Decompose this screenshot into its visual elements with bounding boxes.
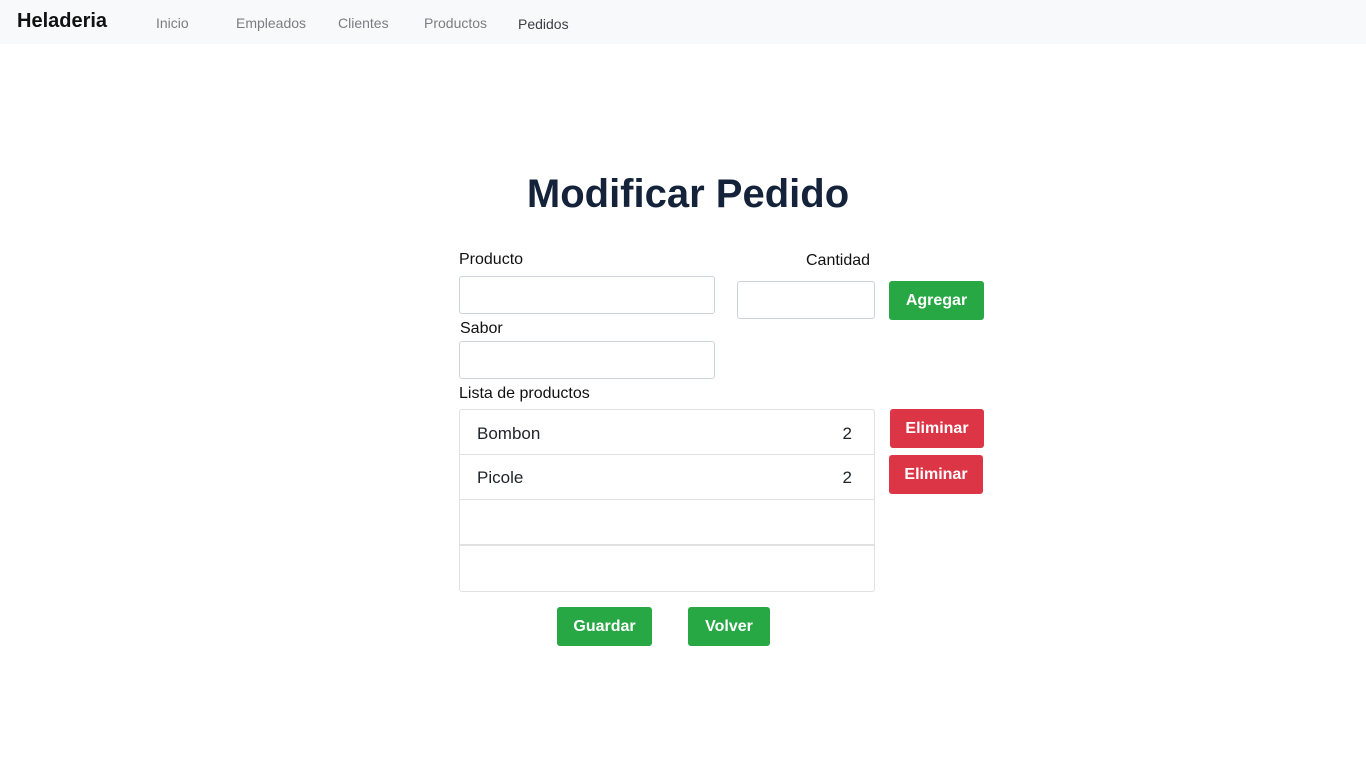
list-item: Bombon 2 bbox=[460, 410, 874, 455]
producto-label: Producto bbox=[459, 251, 524, 268]
guardar-button[interactable]: Guardar bbox=[557, 607, 652, 646]
list-item-empty bbox=[460, 547, 874, 592]
lista-productos-label: Lista de productos bbox=[459, 385, 590, 402]
volver-button[interactable]: Volver bbox=[688, 607, 770, 646]
nav-link-empleados[interactable]: Empleados bbox=[236, 15, 306, 31]
nav-link-pedidos[interactable]: Pedidos bbox=[518, 16, 569, 32]
product-list: Bombon 2 Picole 2 bbox=[459, 409, 875, 592]
nav-link-clientes[interactable]: Clientes bbox=[338, 15, 389, 31]
brand-logo[interactable]: Heladeria bbox=[17, 10, 107, 33]
sabor-input[interactable] bbox=[459, 341, 715, 379]
producto-input[interactable] bbox=[459, 276, 715, 314]
list-item-name: Picole bbox=[477, 468, 524, 487]
eliminar-bombon-button[interactable]: Eliminar bbox=[890, 409, 984, 448]
navbar: Heladeria Inicio Empleados Clientes Prod… bbox=[0, 0, 1366, 44]
agregar-button[interactable]: Agregar bbox=[889, 281, 984, 320]
list-item: Picole 2 bbox=[460, 455, 874, 500]
eliminar-picole-button[interactable]: Eliminar bbox=[889, 455, 983, 494]
cantidad-label: Cantidad bbox=[806, 252, 871, 269]
list-item-qty: 2 bbox=[842, 424, 852, 443]
nav-link-inicio[interactable]: Inicio bbox=[156, 15, 189, 31]
page-title: Modificar Pedido bbox=[526, 172, 850, 216]
list-item-qty: 2 bbox=[842, 468, 852, 487]
list-item-empty bbox=[460, 501, 874, 546]
list-item-name: Bombon bbox=[477, 424, 541, 443]
nav-link-productos[interactable]: Productos bbox=[424, 15, 487, 31]
cantidad-input[interactable] bbox=[737, 281, 875, 319]
sabor-label: Sabor bbox=[460, 320, 503, 337]
